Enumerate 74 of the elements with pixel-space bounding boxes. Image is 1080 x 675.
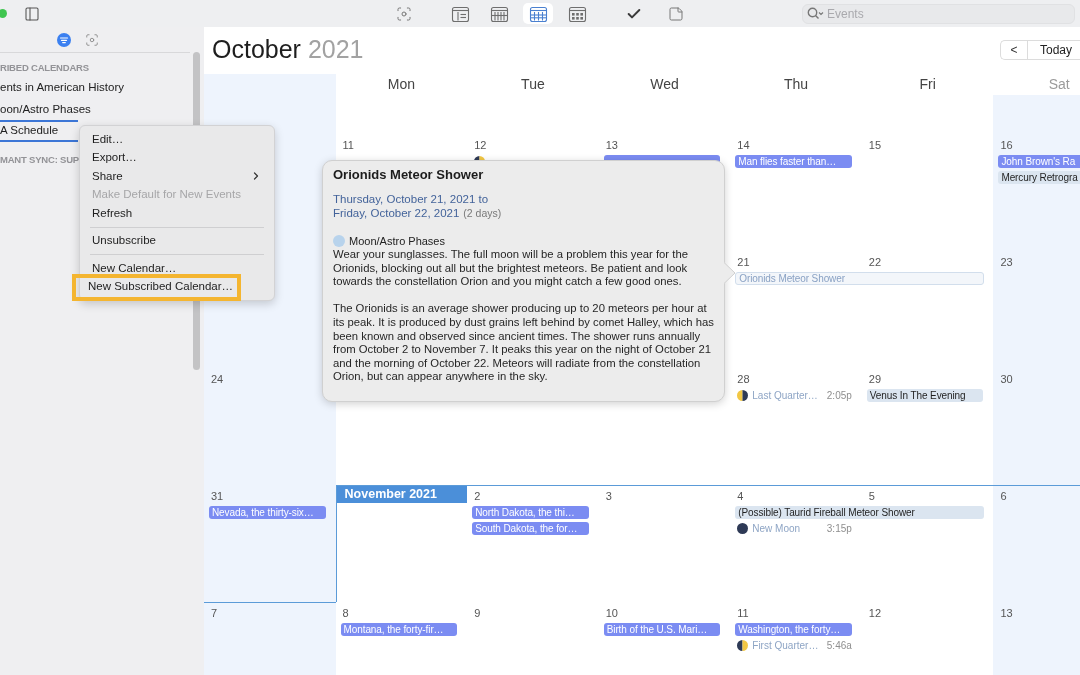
event-time: 2:05p [826,389,852,403]
today-button[interactable]: Today [1026,40,1080,60]
filter-icon[interactable] [57,32,71,47]
event-title: First Quarter… [752,639,820,653]
search-icon [807,7,824,20]
month-title: October [212,35,301,63]
menu-item[interactable]: Edit… [80,130,274,149]
day-number: 2 [474,489,481,503]
day-number: 23 [1000,255,1013,269]
moon-phase-icon [737,640,749,651]
event-title: Orionids Meteor Shower [333,166,485,183]
event-date: Friday, October 22, 2021 [333,206,460,220]
event-notes: The Orionids is an average shower producing up to 20 meteors per hour at its peak. It is produced by dust grains left behind by comet Halley, which has been known and observed since ancient times. The shower runs annually from October 2 to November 7. It peaks this year on the night of October 21 and the morning of October 22. Meteors will radiate from the constellation Orion, but can appear anywhere in the sky. [333,302,715,384]
menu-item[interactable]: Export… [80,148,274,167]
previous-button[interactable]: < [999,40,1027,60]
focus-icon[interactable] [85,32,99,47]
day-number: 15 [868,138,882,152]
day-number: 11 [737,606,749,620]
calendar-icon [528,4,548,23]
day-number: 24 [211,372,224,386]
menu-item[interactable]: Share [80,167,274,186]
event-duration: (2 days) [463,206,502,220]
event-title: Last Quarter… [752,389,819,403]
window-control-icon[interactable] [0,9,7,18]
event-time: 3:15p [826,522,852,536]
day-number: 11 [342,138,354,152]
day-number: 16 [1000,138,1013,152]
day-number: 4 [737,489,744,503]
event-bar[interactable]: Mercury Retrogra [998,171,1080,184]
day-number: 12 [868,606,882,620]
day-number: 6 [1000,489,1007,503]
year-title: 2021 [307,35,364,63]
calendar-icon [489,4,509,23]
day-number: 8 [342,606,349,620]
menu-item[interactable]: Refresh [80,204,274,223]
event-notes: Wear your sunglasses. The full moon will be a problem this year for the Orionids, blocking out all but the brightest meteors. Be patient and look towards the constellation Orion and you might catch a few good ones. [333,248,689,289]
calendar-list-item[interactable]: A Schedule [0,120,78,142]
event-bar[interactable]: (Possible) Taurid Fireball Meteor Shower [735,506,985,519]
day-number: 31 [211,489,224,503]
day-number: 9 [474,606,481,620]
calendar-icon [567,4,587,23]
day-number: 29 [868,372,882,386]
moon-phase-icon [737,523,749,534]
menu-item[interactable]: Unsubscribe [80,231,274,250]
calendar-icon [450,4,470,23]
day-number: 22 [868,255,882,269]
event-date: Thursday, October 21, 2021 to [333,192,489,206]
section-header: RIBED CALENDARS [0,60,89,75]
menu-item[interactable]: New Subscribed Calendar… [72,273,242,301]
sidebar-icon[interactable] [24,5,40,22]
note-icon[interactable] [668,5,684,22]
section-header: MANT SYNC: SUP [0,153,79,168]
day-number: 7 [211,606,218,620]
day-number: 10 [605,606,618,620]
day-number: 21 [737,255,750,269]
day-number: 28 [737,372,750,386]
day-number: 3 [605,489,612,503]
calendar-list-item[interactable]: ents in American History [0,77,182,99]
day-number: 5 [868,489,875,503]
calendar-name: Moon/Astro Phases [349,233,445,249]
day-number: 30 [1000,372,1013,386]
day-number: 12 [474,138,487,152]
event-time: 5:46a [826,639,852,653]
event-bar[interactable]: Venus In The Evening [866,389,984,402]
moon-phase-icon [737,390,749,401]
event-title: New Moon [752,522,802,536]
view-button[interactable] [523,3,553,24]
search-placeholder: Events [827,5,864,23]
day-number: 14 [737,138,750,152]
focus-icon[interactable] [396,5,412,22]
day-number: 13 [605,138,618,152]
month-label: November 2021 [336,486,468,503]
calendar-list-item[interactable]: oon/Astro Phases [0,98,182,120]
day-number: 13 [1000,606,1013,620]
